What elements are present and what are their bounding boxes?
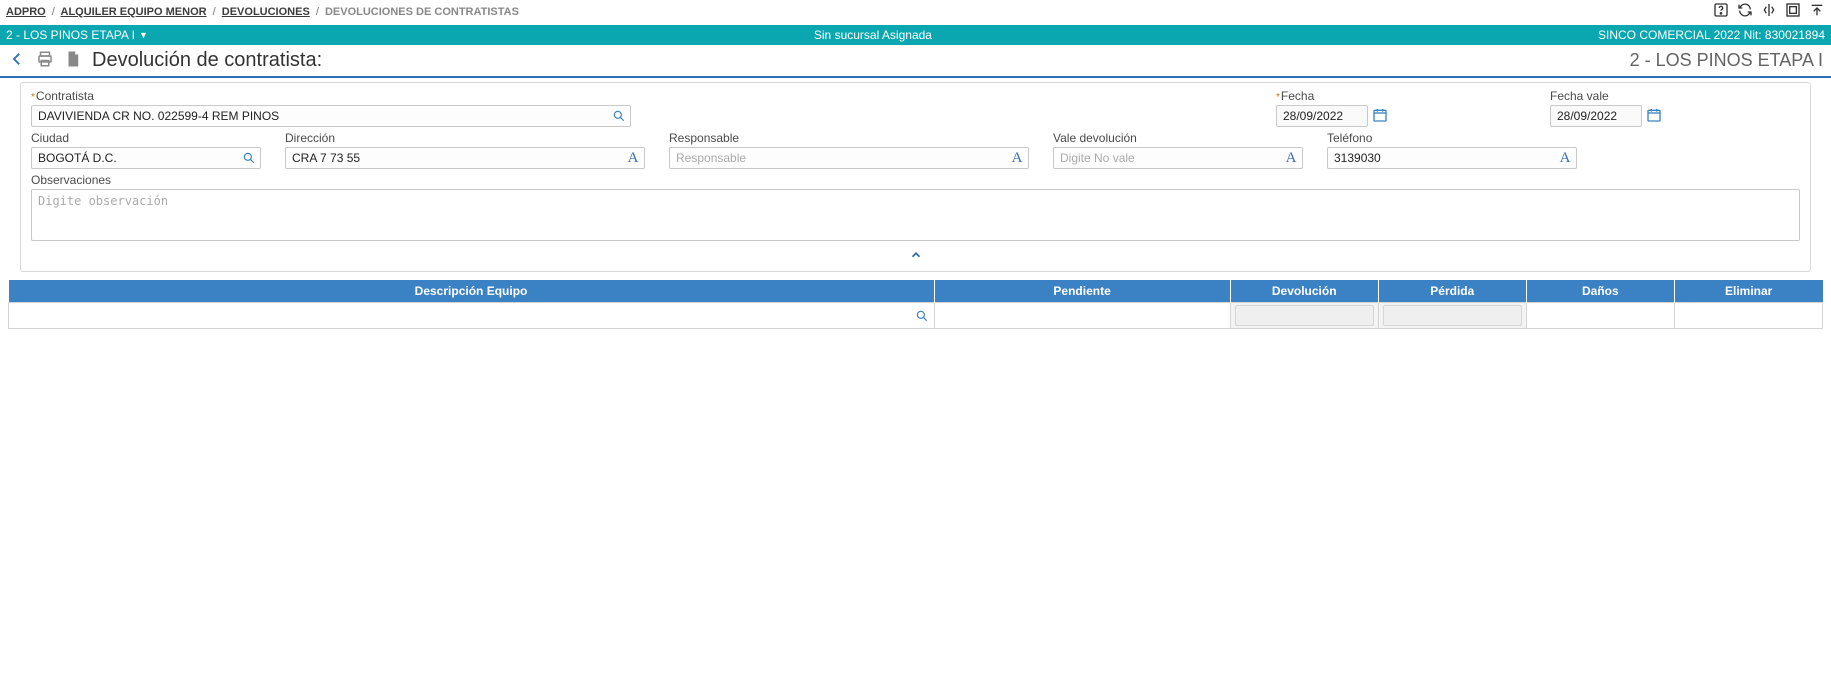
equipment-table: Descripción Equipo Pendiente Devolución … [8,280,1823,329]
breadcrumb-current: DEVOLUCIONES DE CONTRATISTAS [325,6,519,18]
cell-devolucion-input [1235,305,1374,326]
vale-devolucion-label: Vale devolución [1053,131,1303,145]
top-icon-group [1713,2,1825,21]
page-title: Devolución de contratista: [92,49,322,72]
breadcrumb-sep: / [316,6,319,18]
page-header: Devolución de contratista: 2 - LOS PINOS… [0,45,1831,78]
col-eliminar: Eliminar [1674,280,1822,303]
text-edit-icon[interactable]: A [1282,149,1300,167]
calendar-icon[interactable] [1372,107,1388,126]
top-toolbar: ADPRO / ALQUILER EQUIPO MENOR / DEVOLUCI… [0,0,1831,25]
context-project-selector[interactable]: 2 - LOS PINOS ETAPA I ▼ [6,28,148,42]
responsable-input[interactable] [669,147,1029,169]
text-edit-icon[interactable]: A [1008,149,1026,167]
form-panel: Contratista Fecha Fecha vale Ciudad [20,82,1811,272]
back-icon[interactable] [8,50,26,71]
split-icon[interactable] [1761,2,1777,21]
observaciones-input[interactable] [31,189,1800,241]
cell-danos-input[interactable] [1527,303,1674,328]
cell-descripcion-input[interactable] [9,303,934,328]
contratista-input[interactable] [31,105,631,127]
breadcrumb-sep: / [213,6,216,18]
cell-perdida-input [1383,305,1522,326]
breadcrumb: ADPRO / ALQUILER EQUIPO MENOR / DEVOLUCI… [6,6,519,18]
col-pendiente: Pendiente [934,280,1230,303]
breadcrumb-link-2[interactable]: DEVOLUCIONES [222,6,310,18]
search-icon[interactable] [913,307,931,325]
breadcrumb-link-1[interactable]: ALQUILER EQUIPO MENOR [61,6,207,18]
direccion-input[interactable] [285,147,645,169]
refresh-icon[interactable] [1737,2,1753,21]
cell-pendiente-input[interactable] [935,303,1230,328]
collapse-panel-button[interactable] [31,244,1800,271]
breadcrumb-sep: / [52,6,55,18]
telefono-label: Teléfono [1327,131,1577,145]
col-devolucion: Devolución [1230,280,1378,303]
context-center: Sin sucursal Asignada [148,28,1598,42]
observaciones-label: Observaciones [31,173,1800,187]
breadcrumb-link-0[interactable]: ADPRO [6,6,46,18]
print-icon[interactable] [36,50,54,71]
chevron-down-icon: ▼ [139,30,148,40]
header-project: 2 - LOS PINOS ETAPA I [1630,50,1823,71]
contratista-label: Contratista [31,89,631,103]
calendar-icon[interactable] [1646,107,1662,126]
responsable-label: Responsable [669,131,1029,145]
col-perdida: Pérdida [1378,280,1526,303]
context-bar: 2 - LOS PINOS ETAPA I ▼ Sin sucursal Asi… [0,25,1831,45]
ciudad-label: Ciudad [31,131,261,145]
context-project-label: 2 - LOS PINOS ETAPA I [6,28,135,42]
fecha-vale-label: Fecha vale [1550,89,1800,103]
help-icon[interactable] [1713,2,1729,21]
telefono-input[interactable] [1327,147,1577,169]
text-edit-icon[interactable]: A [624,149,642,167]
fecha-vale-input[interactable] [1550,105,1642,127]
fecha-label: Fecha [1276,89,1526,103]
document-icon[interactable] [64,50,82,71]
cell-eliminar-input[interactable] [1675,303,1822,328]
direccion-label: Dirección [285,131,645,145]
text-edit-icon[interactable]: A [1556,149,1574,167]
col-danos: Daños [1526,280,1674,303]
vale-devolucion-input[interactable] [1053,147,1303,169]
table-row [9,303,1823,329]
col-descripcion: Descripción Equipo [9,280,935,303]
ciudad-input[interactable] [31,147,261,169]
context-right: SINCO COMERCIAL 2022 Nit: 830021894 [1598,28,1825,42]
search-icon[interactable] [240,149,258,167]
fecha-input[interactable] [1276,105,1368,127]
search-icon[interactable] [610,107,628,125]
expand-icon[interactable] [1785,2,1801,21]
collapse-up-icon[interactable] [1809,2,1825,21]
